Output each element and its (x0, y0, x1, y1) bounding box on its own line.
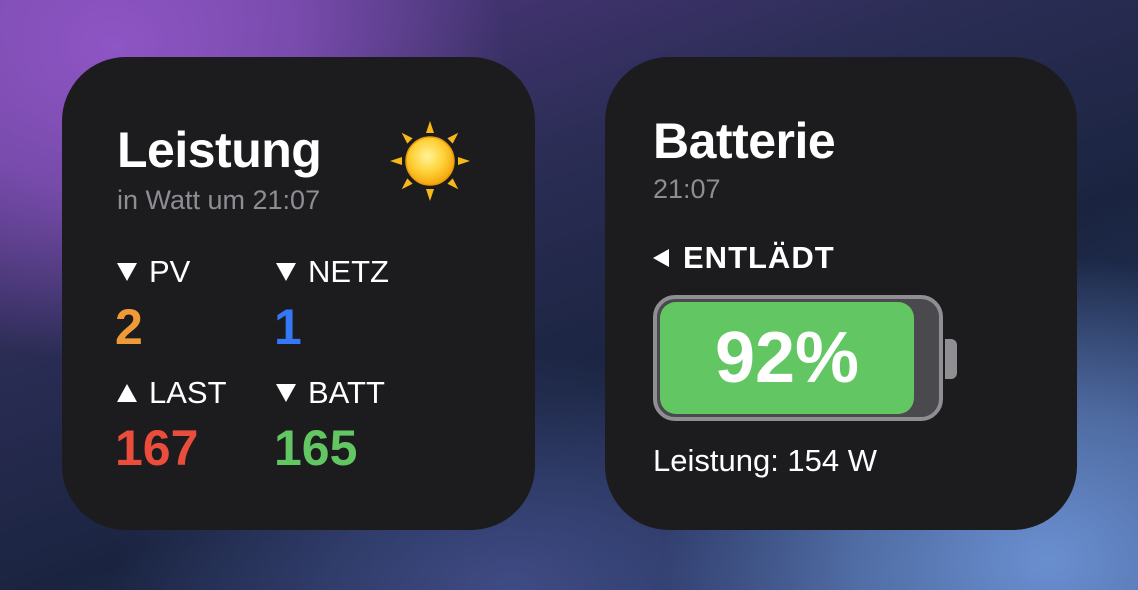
down-arrow-icon (117, 263, 137, 281)
batt-value: 165 (274, 420, 358, 476)
left-arrow-icon (653, 249, 669, 267)
up-arrow-icon (117, 384, 137, 402)
batt-label: BATT (276, 375, 385, 411)
battery-status: ENTLÄDT (653, 240, 835, 276)
down-arrow-icon (276, 384, 296, 402)
battery-subtitle: 21:07 (653, 174, 721, 204)
battery-gauge: 92% (653, 295, 943, 421)
pv-label: PV (117, 254, 190, 290)
sun-icon (390, 121, 470, 201)
battery-title: Batterie (653, 113, 836, 169)
last-label: LAST (117, 375, 227, 411)
netz-label: NETZ (276, 254, 389, 290)
battery-power: Leistung: 154 W (653, 443, 878, 478)
netz-value: 1 (274, 299, 302, 355)
last-label-text: LAST (149, 375, 227, 410)
battery-percent: 92% (714, 318, 860, 398)
power-widget[interactable]: Leistung in Watt um 21:07 PV 2 NETZ 1 LA… (62, 57, 535, 530)
battery-terminal (945, 339, 957, 379)
last-value: 167 (115, 420, 199, 476)
netz-label-text: NETZ (308, 254, 389, 289)
pv-label-text: PV (149, 254, 191, 289)
battery-widget[interactable]: Batterie 21:07 ENTLÄDT 92% Leistung: 154… (605, 57, 1077, 530)
down-arrow-icon (276, 263, 296, 281)
power-title: Leistung (117, 122, 322, 178)
batt-label-text: BATT (308, 375, 385, 410)
battery-status-text: ENTLÄDT (683, 240, 835, 275)
power-subtitle: in Watt um 21:07 (117, 185, 321, 215)
pv-value: 2 (115, 299, 143, 355)
